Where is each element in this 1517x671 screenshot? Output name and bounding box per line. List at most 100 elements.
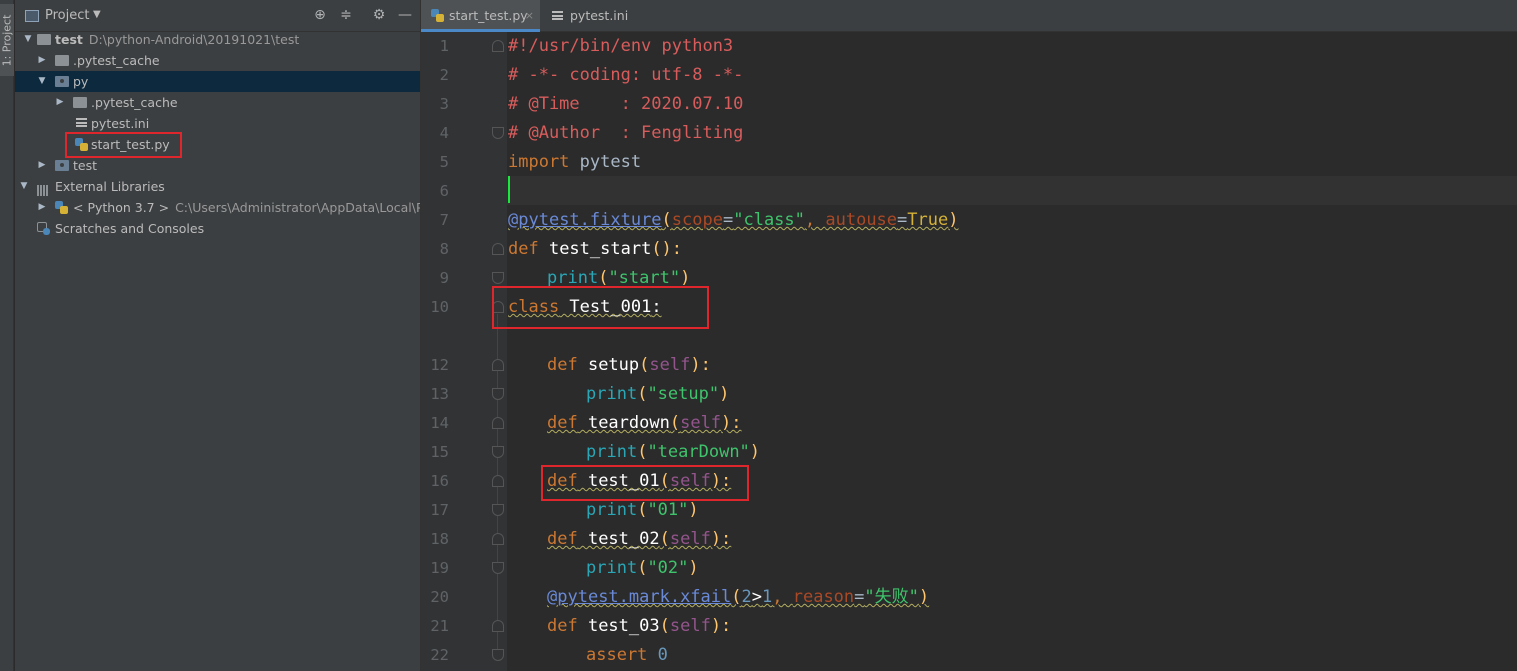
tree-item-pytest-ini[interactable]: pytest.ini [15, 113, 420, 134]
tree-item-label: test D:\python-Android\20191021\test [55, 29, 299, 50]
code-line-22: assert 0 [586, 641, 668, 670]
text-caret [508, 176, 510, 203]
expand-arrow-icon[interactable]: ▼ [37, 71, 47, 92]
tab-start-test-py[interactable]: start_test.py × [421, 0, 540, 32]
code-token: , [772, 587, 793, 607]
tree-item-path: C:\Users\Administrator\AppData\Local\Pro… [175, 200, 444, 215]
code-token: self [649, 355, 691, 375]
code-token: ( [637, 442, 648, 462]
chevron-down-icon[interactable]: ▼ [93, 9, 101, 20]
tree-item-test-root[interactable]: ▼ test D:\python-Android\20191021\test [15, 29, 420, 50]
code-token: print [586, 442, 638, 462]
locate-icon[interactable]: ⊕ [312, 7, 328, 23]
code-token: ): [721, 413, 742, 433]
line-number: 1 [439, 37, 449, 55]
code-token: print [586, 558, 638, 578]
expand-arrow-icon[interactable]: ▼ [23, 29, 33, 50]
line-number: 8 [439, 240, 449, 258]
project-tool-tab-label: 1: Project [0, 14, 14, 67]
project-panel: Project ▼ ⊕ ≑ ⚙ — ▼ test D:\python-Androi… [15, 0, 444, 671]
tree-item-name: test [55, 32, 83, 47]
collapse-all-icon[interactable]: ≑ [338, 7, 354, 23]
code-token: assert [586, 645, 648, 665]
tree-item-pytest-cache[interactable]: ▶ .pytest_cache [15, 50, 420, 71]
fold-marker-icon[interactable] [492, 359, 504, 371]
expand-arrow-icon[interactable]: ▶ [37, 197, 47, 218]
code-token: print [547, 268, 599, 288]
tab-pytest-ini[interactable]: pytest.ini [542, 0, 642, 31]
expand-arrow-icon[interactable]: ▶ [37, 155, 47, 176]
code-token: @ [547, 587, 558, 607]
tree-item-py[interactable]: ▼ py [15, 71, 420, 92]
fold-marker-icon[interactable] [492, 127, 504, 139]
editor-tab-bar: start_test.py × pytest.ini [421, 0, 1517, 32]
expand-arrow-icon[interactable]: ▶ [37, 50, 47, 71]
expand-arrow-icon[interactable]: ▶ [55, 92, 65, 113]
code-line-1: #!/usr/bin/env python3 [508, 36, 734, 56]
fold-marker-icon[interactable] [492, 475, 504, 487]
code-line-20: @pytest.mark.xfail(2>1, reason="失败") [547, 583, 929, 612]
fold-marker-icon[interactable] [492, 649, 504, 661]
tree-item-label: Scratches and Consoles [55, 221, 205, 236]
hide-icon[interactable]: — [397, 7, 413, 23]
fold-marker-icon[interactable] [492, 272, 504, 284]
line-number: 18 [430, 530, 449, 548]
code-token: def [547, 355, 578, 375]
code-line-7: @pytest.fixture(scope="class", autouse=T… [508, 206, 958, 235]
code-token: ( [639, 355, 650, 375]
code-line-21: def test_03(self): [547, 612, 731, 641]
current-line-highlight [507, 176, 1517, 205]
fold-marker-icon[interactable] [492, 562, 504, 574]
fold-marker-icon[interactable] [492, 446, 504, 458]
tree-item-external-libraries[interactable]: ▼ External Libraries [15, 176, 420, 197]
project-icon [25, 10, 39, 22]
tree-item-python-sdk[interactable]: ▶ < Python 3.7 > C:\Users\Administrator\A… [15, 197, 444, 218]
fold-marker-icon[interactable] [492, 533, 504, 545]
code-token: autouse [825, 210, 898, 230]
code-token: ( [659, 529, 670, 549]
fold-marker-icon[interactable] [492, 388, 504, 400]
code-token: test_start [538, 239, 652, 259]
tree-item-label: test [73, 158, 98, 173]
line-number: 9 [439, 269, 449, 287]
close-icon[interactable]: × [525, 0, 534, 31]
project-tool-tab[interactable]: 1: Project [0, 4, 14, 76]
fold-marker-icon[interactable] [492, 243, 504, 255]
code-token: = [722, 210, 734, 230]
gear-icon[interactable]: ⚙ [371, 7, 387, 23]
tree-item-label: pytest.ini [91, 116, 150, 131]
line-number: 2 [439, 66, 449, 84]
code-token: 0 [647, 645, 668, 665]
project-panel-title[interactable]: Project [45, 8, 89, 23]
line-number: 12 [430, 356, 449, 374]
code-token: ) [680, 268, 691, 288]
highlight-box [65, 132, 182, 158]
code-token: True [907, 210, 949, 230]
code-line-13: print("setup") [586, 380, 729, 409]
tab-label: start_test.py [449, 8, 528, 23]
code-token: def [508, 239, 539, 259]
code-token: ( [637, 558, 648, 578]
code-token: ( [731, 587, 742, 607]
line-number: 19 [430, 559, 449, 577]
fold-marker-icon[interactable] [492, 40, 504, 52]
fold-marker-icon[interactable] [492, 504, 504, 516]
tree-item-test[interactable]: ▶ test [15, 155, 420, 176]
fold-marker-icon[interactable] [492, 417, 504, 429]
code-token: > [751, 587, 762, 607]
expand-arrow-icon[interactable]: ▼ [19, 176, 29, 197]
tree-item-scratches[interactable]: Scratches and Consoles [15, 218, 420, 239]
line-number: 21 [430, 617, 449, 635]
python-sdk-icon [55, 201, 68, 214]
highlight-box [541, 465, 749, 501]
code-token: 2 [741, 587, 752, 607]
code-token: "tearDown" [647, 442, 750, 462]
tab-label: pytest.ini [570, 8, 629, 23]
code-token: ( [598, 268, 609, 288]
line-number: 16 [430, 472, 449, 490]
tree-item-py-pytest-cache[interactable]: ▶ .pytest_cache [15, 92, 420, 113]
fold-marker-icon[interactable] [492, 620, 504, 632]
tree-item-label: External Libraries [55, 179, 165, 194]
code-token: test_03 [577, 616, 660, 636]
package-folder-icon [55, 160, 69, 171]
